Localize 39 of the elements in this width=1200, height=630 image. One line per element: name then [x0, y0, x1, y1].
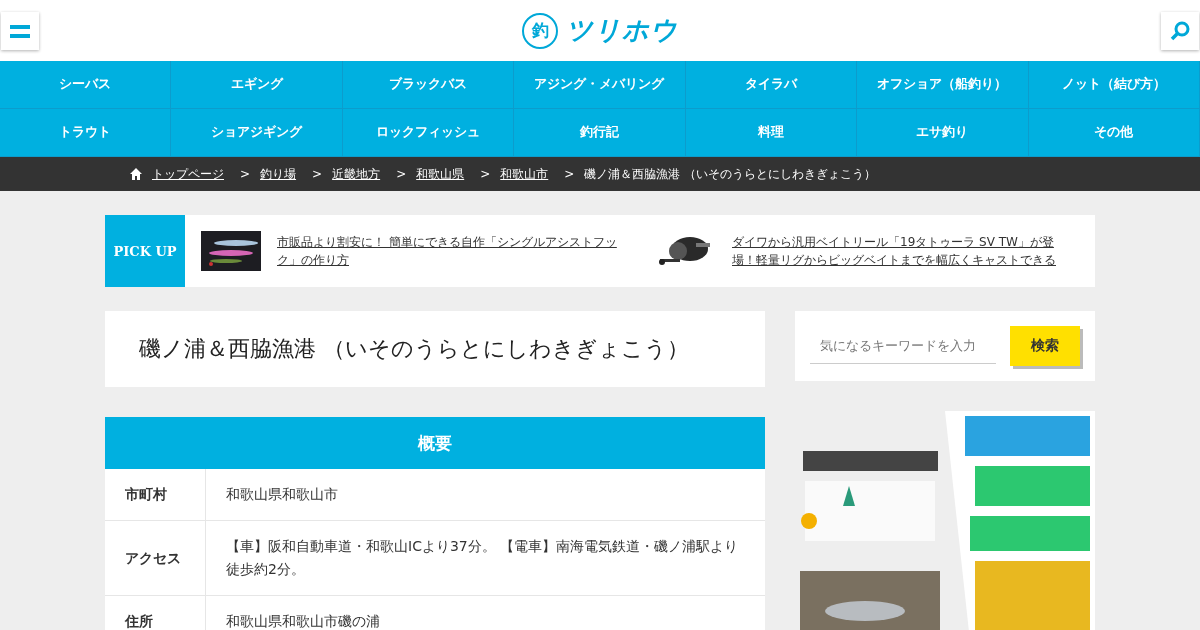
- menu-icon: [10, 22, 30, 39]
- nav-link[interactable]: ブラックバス: [342, 61, 515, 109]
- table-cell: 住所: [105, 595, 206, 630]
- breadcrumb-separator: >: [312, 167, 323, 181]
- pickup-label: PICK UP: [105, 215, 185, 287]
- table-cell: 和歌山県和歌山市磯の浦: [205, 595, 765, 630]
- breadcrumb-link[interactable]: トップページ: [152, 165, 224, 183]
- search-button[interactable]: [1161, 11, 1199, 50]
- breadcrumb-link[interactable]: 近畿地方: [332, 165, 381, 183]
- search-button[interactable]: 検索: [1010, 326, 1080, 366]
- table-cell: アクセス: [105, 520, 206, 596]
- search-icon: [1170, 20, 1190, 41]
- nav-link[interactable]: シーバス: [0, 61, 172, 109]
- table-cell: 市町村: [105, 469, 206, 521]
- table-cell: 和歌山県和歌山市: [205, 469, 765, 521]
- article-link[interactable]: 市販品より割安に！ 簡単にできる自作「シングルアシストフック」の作り方: [277, 233, 622, 269]
- article-link[interactable]: ダイワから汎用ベイトリール「19タトゥーラ SV TW」が登場！軽量リグからビッグベイトまでを幅広くキャストできる: [732, 233, 1077, 269]
- nav-link[interactable]: エギング: [171, 61, 343, 109]
- breadcrumb-link[interactable]: 和歌山市: [500, 165, 549, 183]
- home-icon: [130, 168, 142, 180]
- nav-link[interactable]: アジング・メバリング: [514, 61, 686, 109]
- logo-mark[interactable]: 釣: [522, 12, 558, 49]
- breadcrumb-separator: >: [480, 167, 491, 181]
- page-title: 磯ノ浦＆西脇漁港 （いそのうらとにしわきぎょこう）: [105, 311, 765, 387]
- breadcrumb-separator: >: [240, 167, 251, 181]
- logo-text[interactable]: ツリホウ: [566, 13, 678, 48]
- search-field[interactable]: 気になるキーワードを入力: [810, 328, 996, 364]
- breadcrumb-link[interactable]: 和歌山県: [416, 165, 465, 183]
- nav-link[interactable]: ノット（結び方）: [1028, 61, 1200, 109]
- breadcrumb-link[interactable]: 釣り場: [260, 165, 297, 183]
- menu-button[interactable]: [1, 11, 39, 50]
- breadcrumb-separator: >: [396, 167, 407, 181]
- table-cell: 【車】阪和自動車道・和歌山ICより37分。 【電車】南海電気鉄道・磯ノ浦駅より徒歩約2分。: [205, 520, 765, 596]
- nav-link[interactable]: タイラバ: [685, 61, 858, 109]
- nav-link[interactable]: オフショア（船釣り）: [857, 61, 1029, 109]
- table-heading: 概要: [105, 417, 765, 469]
- search-box[interactable]: 気になるキーワードを入力 検索: [795, 311, 1095, 381]
- breadcrumb-separator: >: [564, 167, 575, 181]
- breadcrumb-current: 磯ノ浦＆西脇漁港 （いそのうらとにしわきぎょこう）: [584, 165, 877, 183]
